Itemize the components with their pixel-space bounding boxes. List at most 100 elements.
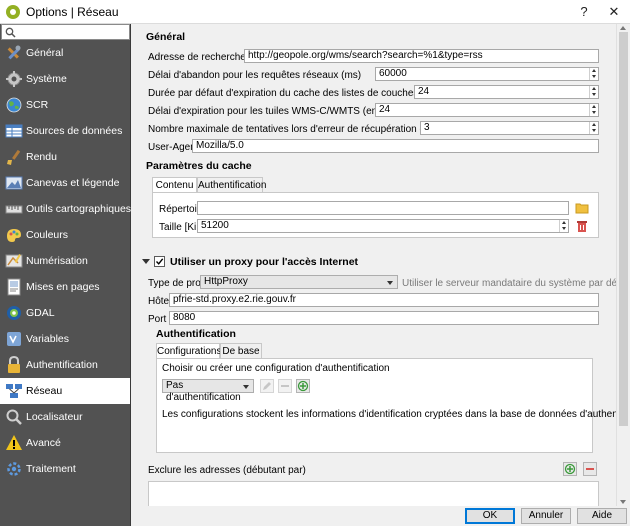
folder-icon[interactable] xyxy=(575,201,589,215)
proxy-type-value: HttpProxy xyxy=(204,276,248,287)
sidebar-item-gdal[interactable]: GDAL xyxy=(0,300,130,326)
paintbrush-icon xyxy=(7,149,21,165)
qgis-logo-icon xyxy=(6,5,20,19)
spin-arrows-icon[interactable] xyxy=(559,220,568,232)
scroll-thumb[interactable] xyxy=(619,32,628,426)
tile-expiry-spinbox[interactable]: 24 xyxy=(375,103,599,117)
user-agent-input[interactable]: Mozilla/5.0 xyxy=(192,139,599,153)
auth-config-select[interactable]: Pas d'authentification xyxy=(162,379,254,403)
checkmark-icon xyxy=(155,258,164,265)
sidebar-search-input[interactable] xyxy=(1,24,130,40)
user-agent-label: User-Agent xyxy=(148,142,199,153)
sidebar-item-colors[interactable]: Couleurs xyxy=(0,222,130,248)
proxy-host-input[interactable]: pfrie-std.proxy.e2.rie.gouv.fr xyxy=(169,293,599,307)
auth-info-text: Les configurations stockent les informat… xyxy=(162,409,616,420)
add-auth-button[interactable] xyxy=(296,379,310,393)
sidebar-item-label: Variables xyxy=(26,333,69,345)
ok-button[interactable]: OK xyxy=(465,508,515,524)
cache-duration-spinbox[interactable]: 24 xyxy=(414,85,599,99)
exclude-label: Exclure les adresses (débutant par) xyxy=(148,465,306,476)
sidebar: Général Système SCR Sources de données R… xyxy=(0,24,131,526)
table-icon xyxy=(5,124,23,138)
sidebar-item-label: Avancé xyxy=(26,437,61,449)
palette-icon xyxy=(7,229,21,242)
sidebar-item-canvas-legend[interactable]: Canevas et légende xyxy=(0,170,130,196)
help-button[interactable]: Aide xyxy=(577,508,627,524)
auth-choose-text: Choisir ou créer une configuration d'aut… xyxy=(162,363,390,374)
directory-input[interactable] xyxy=(197,201,569,215)
add-exclusion-button[interactable] xyxy=(563,462,577,476)
sidebar-item-label: Canevas et légende xyxy=(26,177,120,189)
collapse-arrow-icon[interactable] xyxy=(142,259,150,264)
proxy-type-select[interactable]: HttpProxy xyxy=(200,275,398,289)
sidebar-item-label: Localisateur xyxy=(26,411,83,423)
sidebar-item-digitizing[interactable]: Numérisation xyxy=(0,248,130,274)
proxy-port-label: Port xyxy=(148,314,167,325)
vertical-scrollbar[interactable] xyxy=(616,24,630,506)
sidebar-item-locator[interactable]: Localisateur xyxy=(0,404,130,430)
variables-icon xyxy=(7,332,21,346)
tab-cache-auth[interactable]: Authentification xyxy=(197,177,266,193)
chevron-down-icon xyxy=(387,281,393,285)
sidebar-item-advanced[interactable]: Avancé xyxy=(0,430,130,456)
spin-arrows-icon[interactable] xyxy=(589,122,598,134)
sidebar-item-variables[interactable]: Variables xyxy=(0,326,130,352)
remove-exclusion-button[interactable] xyxy=(583,462,597,476)
tab-cache-content[interactable]: Contenu xyxy=(152,177,197,193)
sidebar-item-label: SCR xyxy=(26,99,49,111)
search-icon xyxy=(5,27,16,38)
sidebar-item-label: Mises en pages xyxy=(26,281,100,293)
search-url-input[interactable]: http://geopole.org/wms/search?search=%1&… xyxy=(244,49,599,63)
section-cache-title: Paramètres du cache xyxy=(146,160,252,172)
sidebar-item-label: Sources de données xyxy=(26,125,123,137)
warning-icon xyxy=(6,435,22,450)
section-general-title: Général xyxy=(146,31,186,43)
ruler-icon xyxy=(5,205,23,214)
remove-icon xyxy=(281,385,289,387)
sidebar-item-label: Rendu xyxy=(26,151,57,163)
timeout-value: 60000 xyxy=(379,68,407,79)
sidebar-item-label: Général xyxy=(26,47,64,59)
close-window-button[interactable]: ✕ xyxy=(604,3,624,21)
max-retry-spinbox[interactable]: 3 xyxy=(420,121,599,135)
sidebar-item-network[interactable]: Réseau xyxy=(0,378,130,404)
remove-auth-button[interactable] xyxy=(278,379,292,393)
processing-icon xyxy=(7,462,21,476)
section-proxy-title: Utiliser un proxy pour l'accès Internet xyxy=(170,256,359,268)
cache-size-spinbox[interactable]: 51200 xyxy=(197,219,569,233)
add-icon xyxy=(564,463,576,475)
tab-auth-basic[interactable]: De base xyxy=(220,343,262,359)
spin-arrows-icon[interactable] xyxy=(589,86,598,98)
sidebar-item-authentication[interactable]: Authentification xyxy=(0,352,130,378)
proxy-enable-checkbox[interactable] xyxy=(154,256,165,267)
sidebar-item-data-sources[interactable]: Sources de données xyxy=(0,118,130,144)
network-icon xyxy=(6,384,22,398)
gear-icon xyxy=(6,71,22,87)
layout-icon xyxy=(7,278,21,296)
sidebar-item-layouts[interactable]: Mises en pages xyxy=(0,274,130,300)
sidebar-item-map-tools[interactable]: Outils cartographiques xyxy=(0,196,131,222)
spin-arrows-icon[interactable] xyxy=(589,104,598,116)
title-bar: Options | Réseau ? ✕ xyxy=(0,0,630,24)
timeout-spinbox[interactable]: 60000 xyxy=(375,67,599,81)
cancel-button[interactable]: Annuler xyxy=(521,508,571,524)
tab-auth-configs[interactable]: Configurations xyxy=(156,343,221,359)
trash-icon[interactable] xyxy=(575,219,589,233)
exclusion-list[interactable] xyxy=(148,481,599,506)
sidebar-item-rendering[interactable]: Rendu xyxy=(0,144,130,170)
sidebar-item-system[interactable]: Système xyxy=(0,66,130,92)
sidebar-item-scr[interactable]: SCR xyxy=(0,92,130,118)
scroll-up-icon[interactable] xyxy=(620,26,626,30)
dialog-footer: OK Annuler Aide xyxy=(131,506,630,526)
sidebar-item-label: Système xyxy=(26,73,67,85)
spin-arrows-icon[interactable] xyxy=(589,68,598,80)
sidebar-item-processing[interactable]: Traitement xyxy=(0,456,130,482)
chevron-down-icon xyxy=(243,385,249,389)
scroll-down-icon[interactable] xyxy=(620,500,626,504)
help-title-button[interactable]: ? xyxy=(574,3,594,21)
edit-auth-button[interactable] xyxy=(260,379,274,393)
sidebar-item-label: Réseau xyxy=(26,385,63,397)
proxy-port-input[interactable]: 8080 xyxy=(169,311,599,325)
sidebar-item-general[interactable]: Général xyxy=(0,40,130,66)
window-title: Options | Réseau xyxy=(26,5,119,19)
